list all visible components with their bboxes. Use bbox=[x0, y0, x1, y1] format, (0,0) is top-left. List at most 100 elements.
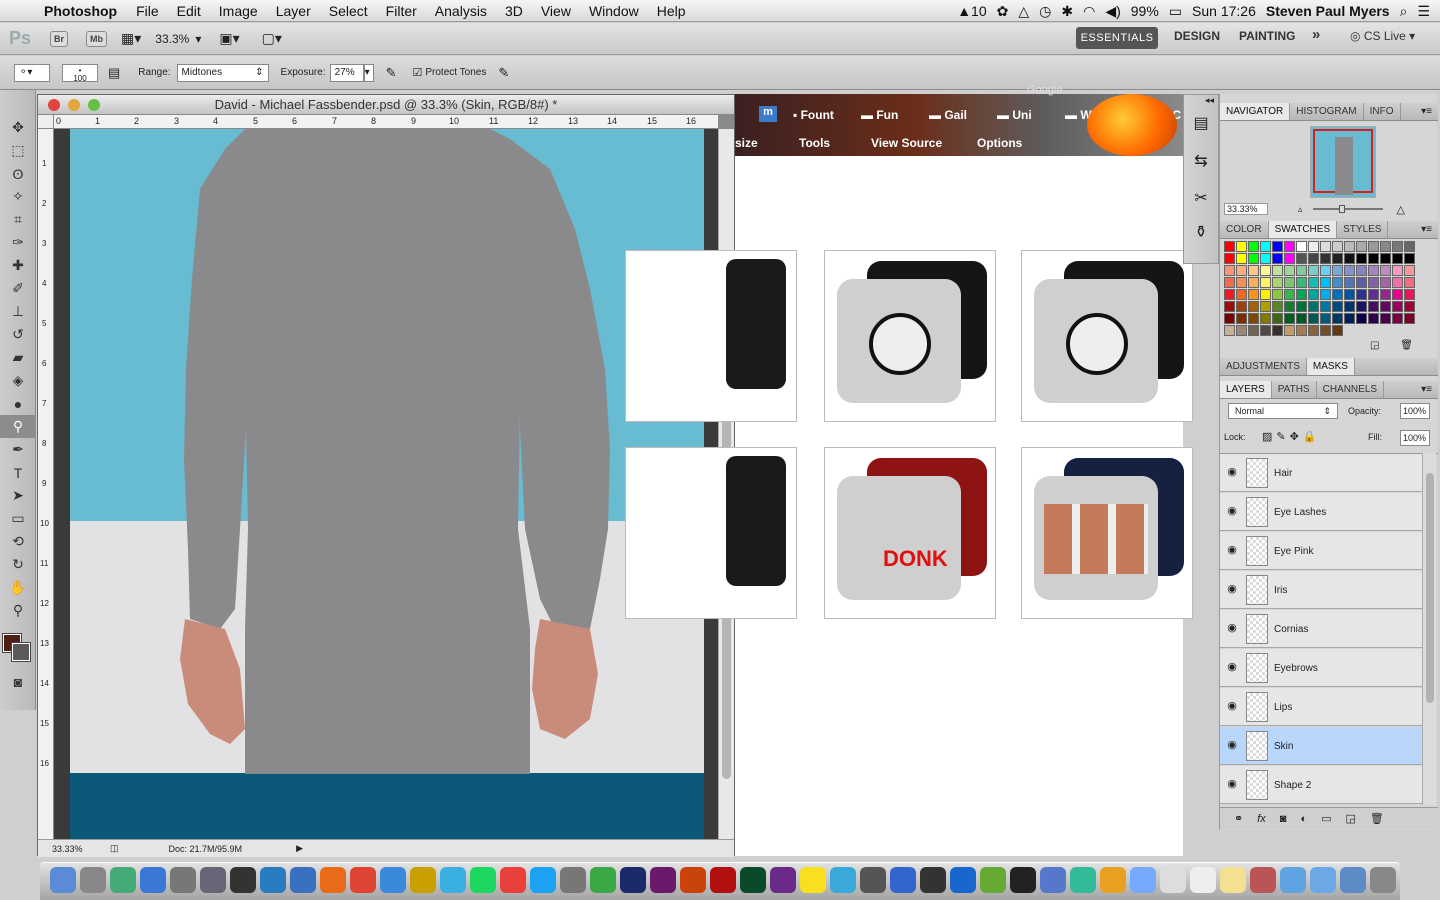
color-swatch[interactable] bbox=[1224, 313, 1235, 324]
dock-app-icon[interactable] bbox=[890, 867, 916, 893]
color-swatch[interactable] bbox=[1380, 289, 1391, 300]
color-swatch[interactable] bbox=[1392, 241, 1403, 252]
visibility-eye-icon[interactable]: ◉ bbox=[1224, 738, 1240, 754]
product-thumbnail[interactable] bbox=[625, 447, 797, 619]
browser-menu-size[interactable]: size bbox=[735, 136, 758, 150]
color-swatch[interactable] bbox=[1368, 313, 1379, 324]
navigator-zoom-field[interactable]: 33.33% bbox=[1224, 203, 1268, 215]
crop-tool-icon[interactable]: ⌗ bbox=[0, 208, 36, 231]
document-title-bar[interactable]: David - Michael Fassbender.psd @ 33.3% (… bbox=[38, 95, 734, 115]
dock-app-icon[interactable] bbox=[170, 867, 196, 893]
menu-view[interactable]: View bbox=[532, 3, 580, 19]
color-swatch[interactable] bbox=[1380, 265, 1391, 276]
workspace-painting[interactable]: PAINTING bbox=[1239, 29, 1295, 43]
color-swatch[interactable] bbox=[1308, 277, 1319, 288]
color-swatch[interactable] bbox=[1260, 253, 1271, 264]
dock-app-icon[interactable] bbox=[440, 867, 466, 893]
color-swatch[interactable] bbox=[1332, 277, 1343, 288]
color-swatch[interactable] bbox=[1236, 277, 1247, 288]
menu-analysis[interactable]: Analysis bbox=[426, 3, 496, 19]
color-swatch[interactable] bbox=[1248, 277, 1259, 288]
tab-paths[interactable]: PATHS bbox=[1272, 381, 1317, 398]
color-swatch[interactable] bbox=[1308, 313, 1319, 324]
visibility-eye-icon[interactable]: ◉ bbox=[1224, 582, 1240, 598]
dock-app-icon[interactable] bbox=[1070, 867, 1096, 893]
canvas[interactable] bbox=[54, 129, 718, 839]
visibility-eye-icon[interactable]: ◉ bbox=[1224, 504, 1240, 520]
more-workspaces-button[interactable]: » bbox=[1312, 26, 1320, 43]
menu-edit[interactable]: Edit bbox=[168, 3, 210, 19]
color-swatch[interactable] bbox=[1260, 325, 1271, 336]
path-selection-tool-icon[interactable]: ➤ bbox=[0, 484, 36, 507]
dock-app-icon[interactable] bbox=[740, 867, 766, 893]
color-swatch[interactable] bbox=[1296, 289, 1307, 300]
color-swatch[interactable] bbox=[1284, 265, 1295, 276]
airbrush-icon[interactable]: ✎ bbox=[386, 65, 397, 81]
color-swatch[interactable] bbox=[1380, 253, 1391, 264]
color-swatch[interactable] bbox=[1368, 253, 1379, 264]
color-swatch[interactable] bbox=[1284, 313, 1295, 324]
color-swatch[interactable] bbox=[1368, 265, 1379, 276]
color-swatch[interactable] bbox=[1404, 313, 1415, 324]
view-extras-icon[interactable]: ▦▾ bbox=[121, 30, 141, 47]
color-swatch[interactable] bbox=[1404, 265, 1415, 276]
zoom-level-select[interactable]: 33.3% bbox=[155, 32, 189, 46]
color-swatch[interactable] bbox=[1236, 289, 1247, 300]
zoom-in-icon[interactable]: △ bbox=[1397, 203, 1405, 216]
color-swatch[interactable] bbox=[1356, 313, 1367, 324]
color-swatch[interactable] bbox=[1236, 265, 1247, 276]
color-swatch[interactable] bbox=[1296, 253, 1307, 264]
layer-row[interactable]: ◉ Shape 2 bbox=[1220, 766, 1422, 804]
vertical-ruler[interactable]: 1 2 3 4 5 6 7 8 9 10 11 12 13 14 15 16 bbox=[38, 129, 54, 839]
color-swatch[interactable] bbox=[1320, 313, 1331, 324]
dock-app-icon[interactable] bbox=[230, 867, 256, 893]
background-color-swatch[interactable] bbox=[11, 642, 31, 662]
type-tool-icon[interactable]: T bbox=[0, 461, 36, 484]
color-swatch[interactable] bbox=[1248, 313, 1259, 324]
new-layer-icon[interactable]: ◲ bbox=[1346, 812, 1356, 825]
color-swatch[interactable] bbox=[1392, 253, 1403, 264]
color-swatch[interactable] bbox=[1284, 325, 1295, 336]
zoom-tool-icon[interactable]: ⚲ bbox=[0, 599, 36, 622]
tool-presets-icon[interactable]: ✂ bbox=[1184, 182, 1218, 216]
new-group-icon[interactable]: ▭ bbox=[1321, 812, 1331, 825]
dock-app-icon[interactable] bbox=[1250, 867, 1276, 893]
status-info-icon[interactable]: ◫ bbox=[110, 843, 119, 854]
panel-menu-icon[interactable]: ▾≡ bbox=[1421, 103, 1438, 120]
bookmark-gail[interactable]: ▬ Gail bbox=[929, 108, 967, 122]
arrange-documents-icon[interactable]: ▣▾ bbox=[219, 30, 239, 47]
zoom-slider[interactable] bbox=[1312, 205, 1383, 213]
adjustment-layer-icon[interactable]: ◐ bbox=[1300, 813, 1307, 825]
layer-thumbnail[interactable] bbox=[1246, 770, 1268, 800]
brush-size-picker[interactable]: • 100 bbox=[62, 63, 98, 82]
panel-collapse-arrow[interactable]: ◂◂ bbox=[1184, 95, 1218, 106]
color-swatch[interactable] bbox=[1320, 253, 1331, 264]
visibility-eye-icon[interactable]: ◉ bbox=[1224, 699, 1240, 715]
dock-app-icon[interactable] bbox=[200, 867, 226, 893]
dock-app-icon[interactable] bbox=[1130, 867, 1156, 893]
swatch-grid[interactable] bbox=[1224, 241, 1416, 337]
product-thumbnail[interactable] bbox=[625, 250, 797, 422]
menu-help[interactable]: Help bbox=[648, 3, 695, 19]
range-select[interactable]: Midtones ⇕ bbox=[176, 63, 269, 82]
color-swatch[interactable] bbox=[1260, 265, 1271, 276]
dock-app-icon[interactable] bbox=[530, 867, 556, 893]
dock-app-icon[interactable] bbox=[1310, 867, 1336, 893]
new-swatch-icon[interactable]: ◲ bbox=[1370, 340, 1379, 351]
color-swatch[interactable] bbox=[1404, 253, 1415, 264]
exposure-slider-toggle[interactable]: ▾ bbox=[363, 63, 374, 82]
mini-bridge-button[interactable]: Mb bbox=[86, 30, 108, 47]
color-swatch[interactable] bbox=[1380, 277, 1391, 288]
color-swatch[interactable] bbox=[1320, 265, 1331, 276]
color-swatch[interactable] bbox=[1272, 289, 1283, 300]
eyedropper-tool-icon[interactable]: ✑ bbox=[0, 231, 36, 254]
color-swatch[interactable] bbox=[1272, 301, 1283, 312]
dock-app-icon[interactable] bbox=[920, 867, 946, 893]
color-swatch[interactable] bbox=[1248, 289, 1259, 300]
color-swatch[interactable] bbox=[1332, 289, 1343, 300]
color-swatch[interactable] bbox=[1296, 301, 1307, 312]
color-swatch[interactable] bbox=[1368, 289, 1379, 300]
dock-app-icon[interactable] bbox=[860, 867, 886, 893]
layer-row[interactable]: ◉ Skin bbox=[1220, 727, 1422, 765]
notification-list-icon[interactable]: ☰ bbox=[1417, 3, 1430, 20]
